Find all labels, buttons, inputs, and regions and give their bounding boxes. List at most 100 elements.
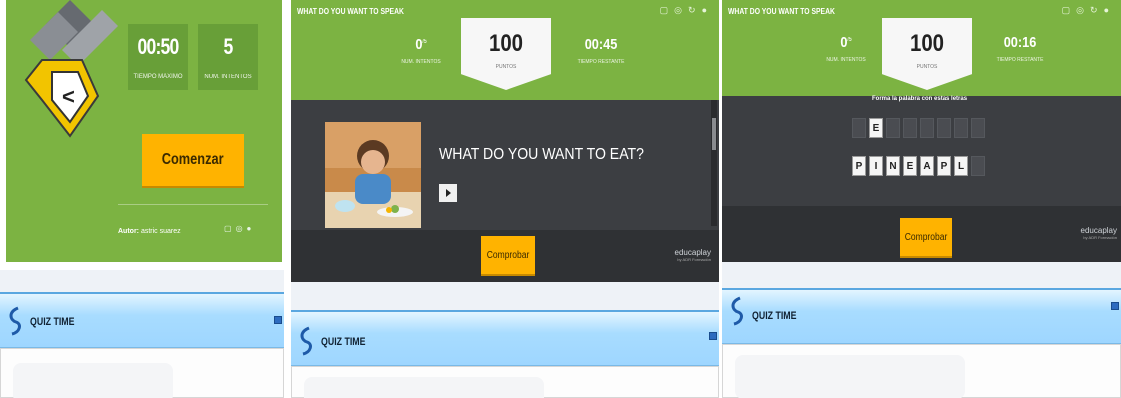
brand-logo: educaplay by ADR Formación (1081, 226, 1117, 240)
info-icon[interactable]: ● (247, 224, 256, 233)
quiz-body (722, 344, 1121, 398)
brand-name: educaplay (1080, 226, 1117, 235)
question-area: WHAT DO YOU WANT TO EAT? (291, 100, 719, 230)
empty-tile[interactable] (903, 118, 917, 138)
score-bar: 0/5 NUM. INTENTOS 100 PUNTOS 00:45 TIEMP… (291, 18, 719, 100)
author-label: Autor: (118, 228, 139, 235)
time-value: 00:16 (1003, 34, 1037, 51)
collapse-icon[interactable] (274, 316, 282, 324)
quiz-title: QUIZ TIME (30, 316, 75, 328)
panel-question: WHAT DO YOU WANT TO SPEAK ▢◎↻● 0/5 NUM. … (291, 0, 719, 398)
quiz-body (0, 348, 284, 398)
empty-tile[interactable] (852, 118, 866, 138)
fullscreen-icon[interactable]: ▢ (1062, 5, 1077, 15)
spacer (0, 270, 284, 292)
refresh-icon[interactable]: ↻ (1090, 5, 1104, 15)
empty-tile[interactable] (971, 118, 985, 138)
time-stat: 00:45 TIEMPO RESTANTE (561, 36, 641, 65)
letter-tile[interactable]: E (903, 156, 917, 176)
quiz-title: QUIZ TIME (752, 310, 797, 322)
info-icon[interactable]: ● (1104, 5, 1115, 15)
quiz-hook-icon (731, 296, 743, 326)
empty-tile[interactable] (886, 118, 900, 138)
attempts-label: NUM. INTENTOS (204, 74, 252, 80)
points-label: PUNTOS (495, 64, 517, 70)
letter-tile[interactable]: L (954, 156, 968, 176)
empty-tile[interactable] (920, 118, 934, 138)
quiz-header[interactable]: QUIZ TIME (0, 292, 284, 348)
game-logo-icon: < (24, 0, 118, 138)
letter-tile[interactable]: P (852, 156, 866, 176)
attempts-box: 5 NUM. INTENTOS (198, 24, 258, 90)
points-value: 100 (909, 30, 945, 57)
attempts-total: /5 (847, 37, 852, 43)
game-title: WHAT DO YOU WANT TO SPEAK (728, 7, 835, 16)
action-bar: Comprobar educaplay by ADR Formación (722, 206, 1121, 262)
topbar-icons: ▢◎↻● (1062, 5, 1115, 16)
time-value: 00:45 (584, 36, 618, 53)
empty-tile[interactable] (937, 118, 951, 138)
attempts-value: 5 (223, 34, 234, 59)
brand-sub: by ADR Formación (677, 257, 711, 262)
attempts-total: /5 (422, 39, 427, 45)
scrollbar-thumb[interactable] (712, 118, 716, 150)
fullscreen-icon[interactable]: ▢ (660, 5, 675, 15)
check-button[interactable]: Comprobar (900, 218, 952, 256)
empty-tile[interactable] (971, 156, 985, 176)
action-bar: Comprobar educaplay by ADR Formación (291, 230, 719, 282)
time-label: TIEMPO RESTANTE (577, 59, 625, 65)
quiz-placeholder (735, 355, 965, 398)
topbar-icons: ▢◎↻● (660, 5, 713, 16)
divider (118, 204, 268, 205)
collapse-icon[interactable] (709, 332, 717, 340)
author-name: astric suarez (140, 228, 181, 235)
letter-tile[interactable]: P (937, 156, 951, 176)
quiz-header[interactable]: QUIZ TIME (291, 310, 719, 366)
embed-icon[interactable]: ◎ (236, 224, 247, 233)
attempts-label: NUM. INTENTOS (401, 59, 441, 65)
spacer (291, 282, 719, 310)
info-icon[interactable]: ● (702, 5, 713, 15)
letter-tile[interactable]: I (869, 156, 883, 176)
question-text: WHAT DO YOU WANT TO EAT? (439, 146, 644, 163)
quiz-body (291, 366, 719, 398)
attempts-value: 0 (840, 34, 848, 51)
quiz-hook-icon (300, 326, 312, 356)
letter-tile[interactable]: A (920, 156, 934, 176)
brand-name: educaplay (674, 248, 711, 257)
embed-icon[interactable]: ◎ (1076, 5, 1090, 15)
time-max-value: 00:50 (137, 34, 179, 59)
start-button[interactable]: Comenzar (142, 134, 244, 186)
fullscreen-icon[interactable]: ▢ (224, 224, 236, 233)
empty-tile[interactable] (954, 118, 968, 138)
letter-tile[interactable]: N (886, 156, 900, 176)
play-icon[interactable] (439, 184, 457, 202)
points-label: PUNTOS (916, 64, 938, 70)
attempts-label: NUM. INTENTOS (826, 57, 866, 63)
points-card: 100 PUNTOS (461, 18, 551, 90)
points-value: 100 (488, 30, 524, 57)
quiz-header[interactable]: QUIZ TIME (722, 288, 1121, 344)
embed-icon[interactable]: ◎ (674, 5, 688, 15)
quiz-hook-icon (9, 306, 21, 336)
time-stat: 00:16 TIEMPO RESTANTE (980, 34, 1060, 63)
quiz-placeholder (304, 377, 544, 398)
brand-sub: by ADR Formación (1083, 235, 1117, 240)
quiz-placeholder (13, 363, 173, 398)
spacer (722, 262, 1121, 288)
collapse-icon[interactable] (1111, 302, 1119, 310)
check-button[interactable]: Comprobar (481, 236, 535, 274)
score-bar: 0/5 NUM. INTENTOS 100 PUNTOS 00:16 TIEMP… (722, 18, 1121, 96)
footer-icons: ▢◎● (224, 224, 255, 233)
attempts-stat: 0/5 NUM. INTENTOS (381, 36, 461, 65)
brand-logo: educaplay by ADR Formación (675, 248, 711, 262)
scrollbar[interactable] (711, 100, 717, 226)
game-title: WHAT DO YOU WANT TO SPEAK (297, 7, 404, 16)
attempts-value: 0 (415, 36, 423, 53)
refresh-icon[interactable]: ↻ (688, 5, 702, 15)
panel-intro: < 00:50 TIEMPO MÁXIMO 5 NUM. INTENTOS Co… (0, 0, 284, 398)
panel-word: WHAT DO YOU WANT TO SPEAK ▢◎↻● 0/5 NUM. … (722, 0, 1121, 398)
letter-tile[interactable]: E (869, 118, 883, 138)
attempts-stat: 0/5 NUM. INTENTOS (806, 34, 886, 63)
time-label: TIEMPO RESTANTE (996, 57, 1044, 63)
